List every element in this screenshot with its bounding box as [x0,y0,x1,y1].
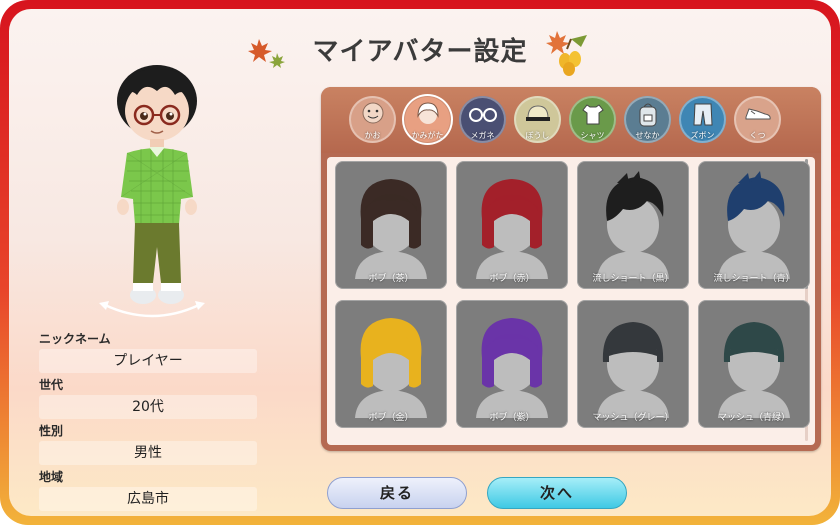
hair-preview [476,179,548,279]
hair-item-card[interactable]: ボブ（茶） [335,161,447,289]
profile-panel: ニックネーム プレイヤー 世代 20代 性別 男性 地域 広島市 [39,331,259,515]
back-button[interactable]: 戻る [327,477,467,509]
rotate-arc-icon[interactable] [97,297,207,325]
nickname-label: ニックネーム [39,332,111,346]
hair-item-label: マッシュ（青緑） [717,413,790,423]
nickname-field[interactable]: プレイヤー [39,349,257,373]
tab-hat[interactable]: ぼうし [514,96,561,143]
tab-shoes[interactable]: くつ [734,96,781,143]
region-label: 地域 [39,470,64,484]
hair-preview [718,171,790,279]
hair-preview [476,318,548,418]
next-button[interactable]: 次へ [487,477,627,509]
hair-preview [355,318,427,418]
tab-shirt[interactable]: シャツ [569,96,616,143]
tab-face[interactable]: かお [349,96,396,143]
hair-item-label: ボブ（赤） [489,274,535,284]
hair-preview [597,322,669,418]
hair-item-card[interactable]: ボブ（金） [335,300,447,428]
hairstyle-icon [414,100,442,132]
hair-item-label: ボブ（金） [368,413,414,423]
glasses-icon [468,104,498,128]
age-field[interactable]: 20代 [39,395,257,419]
tab-backpack[interactable]: せなか [624,96,671,143]
tab-hairstyle[interactable]: かみがた [404,96,451,143]
tab-label: かお [364,131,381,140]
item-panel: かお かみがた メガネ ぼうし シャツ せなか ズボン くつ ボブ（茶） ボブ（赤） [321,87,821,451]
face-icon [360,101,386,131]
hair-item-label: ボブ（紫） [489,413,535,423]
backpack-icon [635,100,661,132]
gender-field[interactable]: 男性 [39,441,257,465]
hair-preview [355,179,427,279]
hair-item-card[interactable]: ボブ（赤） [456,161,568,289]
hair-item-label: ボブ（茶） [368,274,414,284]
pants-icon [691,101,715,131]
window-frame: マイアバター設定 ニックネーム プレイヤー 世代 20代 性別 男性 地域 広島… [0,0,840,525]
region-field[interactable]: 広島市 [39,487,257,511]
tab-label: せなか [635,131,660,140]
tab-label: かみがた [411,131,444,140]
avatar-settings-screen: マイアバター設定 ニックネーム プレイヤー 世代 20代 性別 男性 地域 広島… [9,9,831,516]
tab-label: ズボン [690,131,715,140]
category-tabs: かお かみがた メガネ ぼうし シャツ せなか ズボン くつ [321,87,821,153]
tab-label: ぼうし [525,131,550,140]
tab-label: シャツ [580,131,605,140]
gender-label: 性別 [39,424,64,438]
hair-item-card[interactable]: ボブ（紫） [456,300,568,428]
hair-item-card[interactable]: マッシュ（グレー） [577,300,689,428]
hair-item-card[interactable]: 流しショート（黒） [577,161,689,289]
hair-item-card[interactable]: 流しショート（青） [698,161,810,289]
avatar-preview[interactable] [97,57,217,317]
hair-item-label: 流しショート（黒） [592,274,674,284]
shirt-icon [579,102,607,130]
shoes-icon [743,105,773,127]
hair-item-label: マッシュ（グレー） [592,413,674,423]
hair-preview [718,322,790,418]
tab-label: くつ [749,131,766,140]
hair-item-card[interactable]: マッシュ（青緑） [698,300,810,428]
age-label: 世代 [39,378,64,392]
tab-label: メガネ [470,131,495,140]
tab-pants[interactable]: ズボン [679,96,726,143]
hair-preview [597,171,669,279]
hat-icon [523,102,553,130]
hair-item-label: 流しショート（青） [713,274,795,284]
tab-glasses[interactable]: メガネ [459,96,506,143]
hair-grid: ボブ（茶） ボブ（赤） 流しショート（黒） 流しショート（青） ボブ（金） ボブ… [327,157,815,445]
